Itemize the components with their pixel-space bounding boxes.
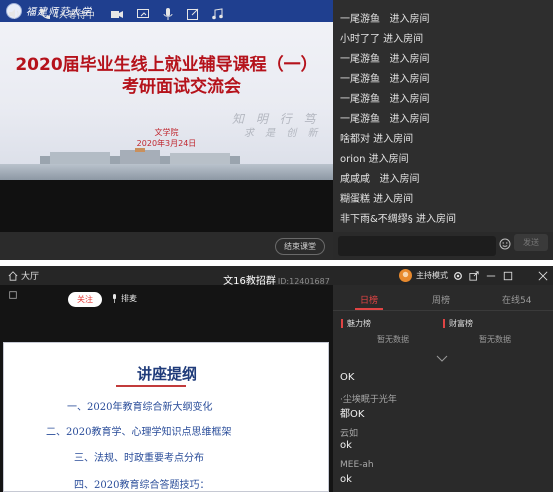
slide-department: 文学院: [154, 128, 179, 137]
host-avatar-icon: [399, 269, 412, 282]
mic-queue-button[interactable]: 排麦: [110, 293, 137, 304]
chat-message-text: ok: [340, 440, 352, 451]
wealth-accent-bar: [443, 319, 445, 328]
edit-icon[interactable]: [187, 6, 199, 22]
minimize-icon[interactable]: [486, 268, 496, 283]
screenshot-root: 福建师范大学 2020届毕业生线上就业辅导课程（一） 考研面试交流会 知 明 行…: [0, 0, 553, 492]
music-icon[interactable]: [211, 6, 223, 22]
chat-username[interactable]: 云如: [340, 426, 358, 439]
presentation-slide: 福建师范大学 2020届毕业生线上就业辅导课程（一） 考研面试交流会 知 明 行…: [0, 0, 333, 180]
host-mode-label: 主持模式: [416, 271, 448, 280]
video-sidebar-icon[interactable]: [8, 290, 18, 300]
chevron-down-icon[interactable]: [436, 355, 448, 363]
outline-item: 二、2020教育学、心理学知识点思维框架: [46, 427, 232, 438]
classroom-window: 福建师范大学 2020届毕业生线上就业辅导课程（一） 考研面试交流会 知 明 行…: [0, 0, 553, 260]
chat-message: 一尾游鱼 进入房间: [340, 114, 430, 125]
chat-message: orion 进入房间: [340, 154, 409, 165]
maximize-icon[interactable]: [503, 268, 513, 283]
wealth-ranking-header: 财富榜: [443, 318, 473, 329]
lecture-document: 讲座提纲 一、2020年教育综合新大纲变化 二、2020教育学、心理学知识点思维…: [3, 342, 329, 492]
chat-message: 一尾游鱼 进入房间: [340, 54, 430, 65]
chat-message: 啥都对 进入房间: [340, 134, 414, 145]
phone-icon: [40, 9, 50, 19]
waiting-text: 4人等待中: [53, 10, 95, 21]
waiting-indicator[interactable]: 4人等待中: [38, 6, 95, 22]
chat-message: 一尾游鱼 进入房间: [340, 14, 430, 25]
chat-input[interactable]: [338, 236, 496, 256]
outline-item: 三、法规、时政重要考点分布: [74, 453, 204, 464]
lobby-link[interactable]: 大厅: [8, 268, 39, 283]
camera-icon[interactable]: [111, 6, 123, 22]
chat-message: 一尾游鱼 进入房间: [340, 74, 430, 85]
classroom-chat-list: 一尾游鱼 进入房间 小时了了 进入房间 一尾游鱼 进入房间 一尾游鱼 进入房间 一尾游鱼…: [333, 0, 553, 232]
chat-message-text: ok: [340, 474, 352, 485]
share-icon[interactable]: [469, 268, 479, 283]
chat-username[interactable]: ·尘埃眠于光年: [340, 392, 397, 405]
charm-ranking-header: 魅力榜: [341, 318, 371, 329]
video-area: [0, 180, 333, 232]
slide-ground: [0, 164, 333, 180]
charm-accent-bar: [341, 319, 343, 328]
wealth-ranking-title: 财富榜: [449, 319, 473, 328]
end-class-button[interactable]: 结束课堂: [275, 238, 325, 255]
close-icon[interactable]: [538, 268, 548, 283]
screen-share-icon[interactable]: [137, 6, 149, 22]
charm-empty-text: 暂无数据: [377, 335, 409, 344]
volume-icon[interactable]: [8, 6, 20, 22]
slide-title-line2: 考研面试交流会: [122, 77, 241, 97]
charm-ranking-title: 魅力榜: [347, 319, 371, 328]
chat-message: 一尾游鱼 进入房间: [340, 94, 430, 105]
tab-online[interactable]: 在线54: [502, 293, 531, 306]
mic-queue-icon: [113, 294, 116, 303]
chat-message: 咸咸咸 进入房间: [340, 174, 420, 185]
chat-message: 非下雨&不绸缪§ 进入房间: [340, 214, 456, 225]
home-icon: [8, 270, 18, 281]
document-title: 讲座提纲: [136, 365, 197, 383]
lobby-label: 大厅: [21, 272, 40, 282]
settings-icon[interactable]: [453, 268, 463, 283]
microphone-icon[interactable]: [162, 6, 174, 22]
chat-message-text: 都OK: [340, 409, 365, 420]
outline-item: 一、2020年教育综合新大纲变化: [67, 402, 213, 413]
room-chat-list: [333, 365, 553, 492]
mic-queue-label: 排麦: [121, 294, 137, 303]
chat-username[interactable]: MEE-ah: [340, 460, 374, 470]
chat-message-text: OK: [340, 372, 355, 383]
tab-weekly[interactable]: 周榜: [432, 293, 450, 306]
tab-daily[interactable]: 日榜: [360, 293, 378, 306]
host-mode-toggle[interactable]: 主持模式: [399, 268, 448, 283]
live-top-bar: [0, 285, 333, 315]
tab-divider: [333, 310, 553, 311]
chat-message: 糊蛋糕 进入房间: [340, 194, 414, 205]
follow-button[interactable]: 关注: [68, 292, 102, 307]
wealth-empty-text: 暂无数据: [479, 335, 511, 344]
emoji-icon[interactable]: [499, 238, 511, 250]
chat-message: 小时了了 进入房间: [340, 34, 424, 45]
outline-item: 四、2020教育综合答题技巧：: [74, 480, 210, 491]
document-title-underline: [116, 385, 186, 387]
send-button[interactable]: 发送: [514, 234, 548, 251]
